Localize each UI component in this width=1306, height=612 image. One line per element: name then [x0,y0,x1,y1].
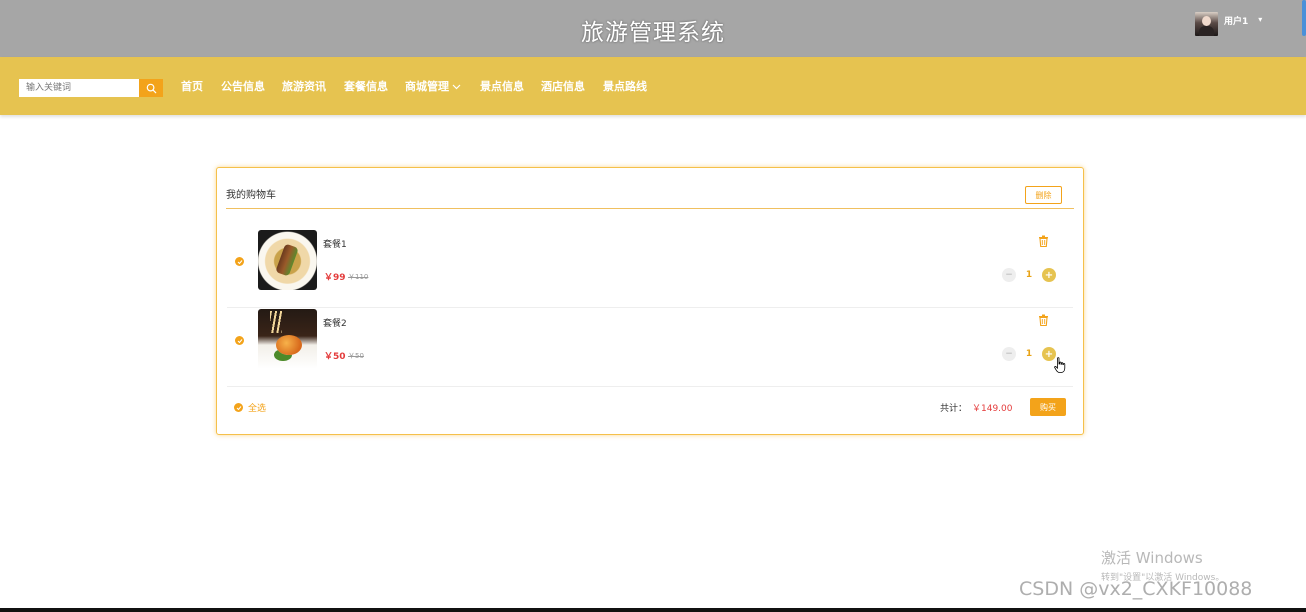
product-image[interactable] [258,230,317,290]
nav-item-announcements[interactable]: 公告信息 [221,78,265,94]
cart-item: 套餐1 ￥99 ￥110 − 1 + [227,230,1073,308]
search-button[interactable] [139,79,163,97]
nav-item-packages[interactable]: 套餐信息 [344,78,388,94]
divider [227,386,1073,387]
item-original-price: ￥110 [348,273,369,281]
top-header: 旅游管理系统 用户1 ▾ [0,0,1306,57]
select-all-check-icon[interactable] [234,403,243,412]
check-circle-icon[interactable] [235,257,244,266]
nav-item-shop-label[interactable]: 商城管理 [405,80,449,93]
page: 旅游管理系统 用户1 ▾ 首页 公告信息 旅游资讯 套餐信息 商城管理 景点信息… [0,0,1306,612]
site-title: 旅游管理系统 [581,20,725,46]
select-all-label[interactable]: 全选 [248,401,266,414]
item-name: 套餐2 [323,319,347,329]
item-price: ￥50 [324,352,346,362]
quantity-decrease-button[interactable]: − [1002,347,1016,361]
windows-activation-title: 激活 Windows [1101,549,1203,567]
divider [226,208,1074,209]
nav-item-home[interactable]: 首页 [181,78,203,94]
item-original-price: ￥50 [348,352,364,360]
navbar: 首页 公告信息 旅游资讯 套餐信息 商城管理 景点信息 酒店信息 景点路线 [0,57,1306,115]
trash-icon[interactable] [1038,314,1049,326]
nav-item-routes[interactable]: 景点路线 [603,78,647,94]
watermark: CSDN @vx2_CXKF10088 [1019,578,1253,600]
user-name[interactable]: 用户1 [1224,14,1248,27]
scrollbar[interactable] [1302,0,1306,36]
bottom-edge [0,608,1306,612]
divider [227,307,1073,308]
delete-button[interactable]: 删除 [1025,186,1062,204]
caret-down-icon[interactable]: ▾ [1258,15,1262,24]
shopping-cart-panel: 我的购物车 删除 套餐1 ￥99 ￥110 − 1 + 套餐2 ￥50 ￥50 … [216,167,1084,435]
nav-item-attractions[interactable]: 景点信息 [480,78,524,94]
quantity-decrease-button[interactable]: − [1002,268,1016,282]
check-mark-icon [236,405,241,410]
cart-title: 我的购物车 [226,190,276,201]
user-menu[interactable]: 用户1 ▾ [1195,12,1262,38]
quantity-value: 1 [1025,270,1033,280]
item-price: ￥99 [324,273,346,283]
search-icon [146,83,156,93]
avatar[interactable] [1195,12,1218,36]
cart-item: 套餐2 ￥50 ￥50 − 1 + [227,309,1073,387]
nav-item-hotels[interactable]: 酒店信息 [541,78,585,94]
quantity-value: 1 [1025,349,1033,359]
check-mark-icon [237,338,242,343]
hand-cursor-icon [1054,357,1066,373]
check-circle-icon[interactable] [235,336,244,345]
chevron-down-icon[interactable] [452,84,461,90]
quantity-increase-button[interactable]: + [1042,268,1056,282]
nav-item-shop-management[interactable]: 商城管理 [405,78,461,94]
nav-item-travel-news[interactable]: 旅游资讯 [282,78,326,94]
trash-icon[interactable] [1038,235,1049,247]
check-mark-icon [237,259,242,264]
item-name: 套餐1 [323,240,347,250]
total-value: ￥149.00 [972,404,1013,414]
buy-button[interactable]: 购买 [1030,398,1066,416]
total-label: 共计： [940,404,968,414]
product-image[interactable] [258,309,317,369]
search-input[interactable] [19,79,139,97]
